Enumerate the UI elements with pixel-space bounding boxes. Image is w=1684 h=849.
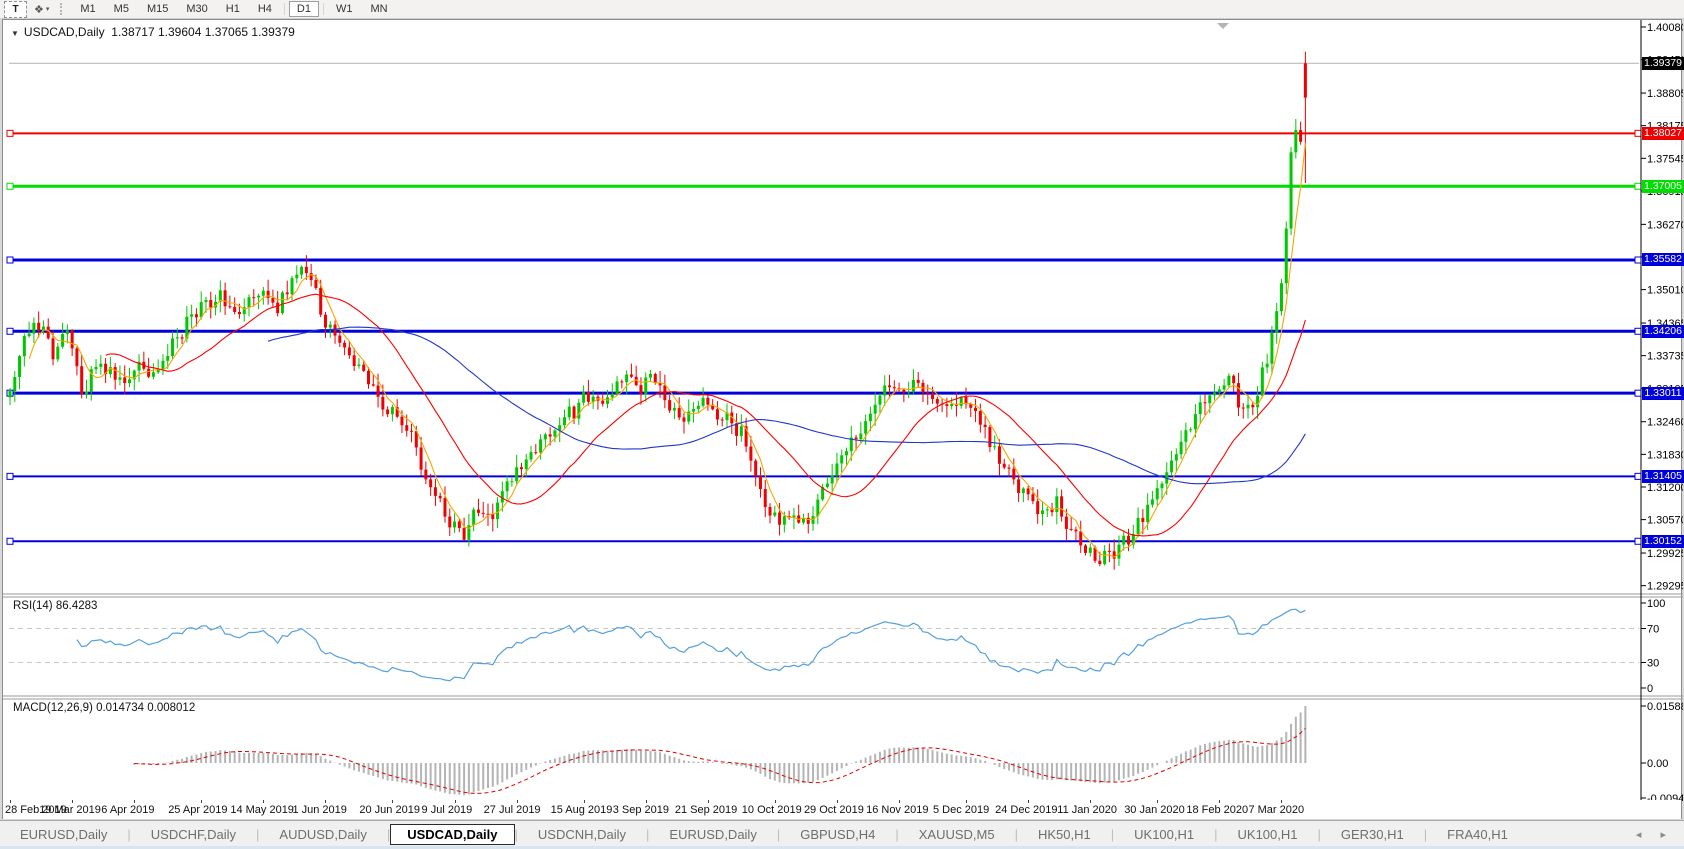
indicators-icon: ❖	[34, 3, 44, 16]
svg-text:1.31200: 1.31200	[1647, 482, 1683, 494]
date-axis[interactable]: 28 Feb 201919 Mar 20196 Apr 201925 Apr 2…	[2, 800, 1682, 819]
timeframe-button-d1[interactable]: D1	[289, 1, 319, 17]
timeframe-button-mn[interactable]: MN	[362, 1, 395, 17]
chart-tab-uk100-h1[interactable]: UK100,H1	[1114, 824, 1214, 845]
macd-signal-line	[134, 728, 1305, 793]
svg-text:1.32460: 1.32460	[1647, 417, 1683, 429]
date-label: 5 Dec 2019	[933, 804, 989, 816]
chart-tab-xauusd-m5[interactable]: XAUUSD,M5	[899, 824, 1015, 845]
date-label: 15 Aug 2019	[551, 804, 613, 816]
timeframe-button-h4[interactable]: H4	[250, 1, 280, 17]
timeframe-button-h1[interactable]: H1	[218, 1, 248, 17]
chart-tab-fra40-h1[interactable]: FRA40,H1	[1427, 824, 1528, 845]
indicators-button[interactable]: ❖ ▾	[31, 2, 52, 17]
svg-text:1.36270: 1.36270	[1647, 219, 1683, 231]
chart-tab-hk50-h1[interactable]: HK50,H1	[1018, 824, 1111, 845]
macd-values: 0.014734 0.008012	[96, 702, 195, 714]
svg-text:1.38175: 1.38175	[1647, 121, 1683, 133]
svg-text:0: 0	[1647, 683, 1653, 695]
tab-scroll-arrows[interactable]: ◂ ▸	[1636, 828, 1674, 841]
svg-text:0.015884: 0.015884	[1647, 701, 1683, 713]
chart-symbol: USDCAD,Daily	[24, 25, 105, 39]
svg-text:1.33735: 1.33735	[1647, 351, 1683, 363]
rsi-line	[77, 609, 1305, 681]
chart-canvas[interactable]: 1.40080 1.39450 1.38805 1.38175 1.37545 1.369…	[3, 20, 1683, 801]
timeframe-buttons: M1M5M15M30H1H4 D1 W1MN	[71, 1, 396, 17]
chart-tabs: EURUSD,Daily|USDCHF,Daily|AUDUSD,Daily|U…	[0, 824, 1528, 845]
rsi-value: 86.4283	[56, 600, 98, 612]
date-label: 25 Apr 2019	[168, 804, 227, 816]
text-tool-button[interactable]: T	[4, 1, 27, 18]
chart-window: 1.40080 1.39450 1.38805 1.38175 1.37545 1.369…	[2, 19, 1682, 819]
chart-tab-usdchf-daily[interactable]: USDCHF,Daily	[131, 824, 256, 845]
chart-tab-eurusd-daily[interactable]: EURUSD,Daily	[0, 824, 127, 845]
indicator-panes	[9, 609, 1639, 795]
timeframe-button-m5[interactable]: M5	[106, 1, 137, 17]
date-label: 27 Jul 2019	[484, 804, 541, 816]
svg-text:1.31830: 1.31830	[1647, 449, 1683, 461]
date-label: 16 Nov 2019	[866, 804, 928, 816]
svg-text:1.39450: 1.39450	[1647, 55, 1683, 67]
top-toolbar: T ❖ ▾ M1M5M15M30H1H4 D1 W1MN	[0, 0, 1684, 19]
chart-tab-usdcad-daily[interactable]: USDCAD,Daily	[390, 824, 514, 845]
svg-text:1.36915: 1.36915	[1647, 186, 1683, 198]
date-label: 11 Jan 2020	[1057, 804, 1117, 816]
svg-text:0.00: 0.00	[1647, 758, 1668, 770]
background-layer	[3, 23, 1683, 801]
svg-text:1.29925: 1.29925	[1647, 548, 1683, 560]
horizontal-levels	[7, 130, 1641, 544]
collapse-triangle-icon[interactable]: ▼	[11, 29, 19, 38]
toolbar-grip[interactable]	[60, 3, 66, 15]
svg-text:1.29295: 1.29295	[1647, 581, 1683, 593]
date-label: 3 Sep 2019	[613, 804, 669, 816]
date-label: 6 Apr 2019	[101, 804, 154, 816]
date-label: 18 Feb 2020	[1186, 804, 1248, 816]
chart-tab-eurusd-daily[interactable]: EURUSD,Daily	[649, 824, 776, 845]
date-label: 21 Sep 2019	[675, 804, 737, 816]
svg-text:1.35640: 1.35640	[1647, 252, 1683, 264]
date-label: 1 Jun 2019	[292, 804, 346, 816]
price-axis: 1.40080 1.39450 1.38805 1.38175 1.37545 1.369…	[1641, 20, 1683, 801]
chart-tab-gbpusd-h4[interactable]: GBPUSD,H4	[780, 824, 895, 845]
date-label: 10 Oct 2019	[742, 804, 802, 816]
trading-terminal: T ❖ ▾ M1M5M15M30H1H4 D1 W1MN 1.40080 1.3945…	[0, 0, 1684, 849]
svg-text:1.33105: 1.33105	[1647, 383, 1683, 395]
svg-text:1.35010: 1.35010	[1647, 285, 1683, 297]
date-label: 20 Jun 2019	[359, 804, 420, 816]
date-label: 30 Jan 2020	[1124, 804, 1185, 816]
macd-indicator-label: MACD(12,26,9) 0.014734 0.008012	[13, 702, 195, 714]
chevron-down-icon: ▾	[46, 5, 50, 13]
timeframe-button-m30[interactable]: M30	[178, 1, 215, 17]
moving-averages	[29, 143, 1305, 557]
date-label: 24 Dec 2019	[995, 804, 1057, 816]
svg-text:1.40080: 1.40080	[1647, 22, 1683, 34]
svg-text:30: 30	[1647, 658, 1659, 670]
chart-tab-usdcnh-daily[interactable]: USDCNH,Daily	[518, 824, 646, 845]
date-label: 9 Jul 2019	[422, 804, 473, 816]
rsi-indicator-label: RSI(14) 86.4283	[13, 600, 97, 612]
timeframe-button-w1[interactable]: W1	[328, 1, 361, 17]
chart-ohlc: 1.38717 1.39604 1.37065 1.39379	[111, 25, 295, 39]
date-label: 29 Oct 2019	[804, 804, 864, 816]
timeframe-button-m15[interactable]: M15	[139, 1, 176, 17]
chart-title: ▼ USDCAD,Daily 1.38717 1.39604 1.37065 1.…	[11, 25, 295, 39]
chart-tab-ger30-h1[interactable]: GER30,H1	[1321, 824, 1424, 845]
candlestick-series	[9, 52, 1307, 570]
date-label: 7 Mar 2020	[1248, 804, 1304, 816]
svg-text:1.37545: 1.37545	[1647, 153, 1683, 165]
chart-tab-uk100-h1[interactable]: UK100,H1	[1218, 824, 1318, 845]
svg-text:1.34365: 1.34365	[1647, 318, 1683, 330]
svg-text:1.30570: 1.30570	[1647, 515, 1683, 527]
date-label: 14 May 2019	[230, 804, 294, 816]
timeframe-button-m1[interactable]: M1	[72, 1, 103, 17]
svg-text:100: 100	[1647, 598, 1665, 610]
date-label: 19 Mar 2019	[39, 804, 101, 816]
svg-text:70: 70	[1647, 624, 1659, 636]
svg-text:1.38805: 1.38805	[1647, 88, 1683, 100]
chart-tab-audusd-daily[interactable]: AUDUSD,Daily	[259, 824, 386, 845]
chart-tab-bar: EURUSD,Daily|USDCHF,Daily|AUDUSD,Daily|U…	[0, 820, 1684, 847]
